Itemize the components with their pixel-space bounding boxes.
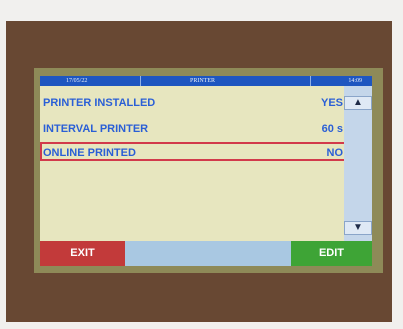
status-header: 17/05/22 PRINTER 14:09: [40, 76, 372, 86]
header-title: PRINTER: [190, 78, 216, 84]
edit-button[interactable]: EDIT: [291, 241, 372, 266]
setting-label: ONLINE PRINTED: [43, 147, 136, 159]
setting-value: YES: [320, 97, 343, 109]
header-time: 14:09: [348, 78, 362, 84]
setting-label: PRINTER INSTALLED: [43, 97, 156, 109]
arrow-down-icon[interactable]: ▼: [344, 221, 372, 235]
arrow-up-icon[interactable]: ▲: [344, 96, 372, 110]
setting-value: NO: [326, 147, 344, 159]
setting-row-printer-installed[interactable]: PRINTER INSTALLED YES: [40, 93, 343, 113]
header-divider: [310, 76, 311, 86]
header-date: 17/05/22: [66, 78, 88, 84]
hmi-screen: 17/05/22 PRINTER 14:09 PRINTER INSTALLED…: [40, 76, 372, 266]
setting-row-interval-printer[interactable]: INTERVAL PRINTER 60 s: [40, 119, 343, 139]
setting-label: INTERVAL PRINTER: [43, 123, 149, 135]
exit-button[interactable]: EXIT: [40, 241, 125, 266]
setting-row-online-printed[interactable]: ONLINE PRINTED NO: [40, 143, 343, 163]
header-divider: [140, 76, 141, 86]
setting-value: 60 s: [321, 123, 343, 135]
